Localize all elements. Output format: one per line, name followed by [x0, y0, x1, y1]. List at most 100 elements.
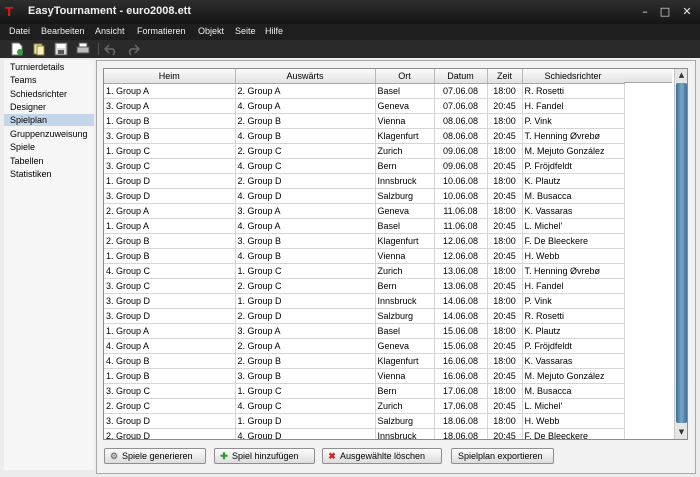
cell-auswaerts[interactable]: 4. Group A [235, 98, 376, 114]
cell-datum[interactable]: 14.06.08 [434, 293, 488, 309]
cell-zeit[interactable]: 18:00 [487, 233, 523, 249]
cell-datum[interactable]: 12.06.08 [434, 233, 488, 249]
cell-zeit[interactable]: 20:45 [487, 428, 523, 439]
cell-heim[interactable]: 4. Group A [104, 338, 236, 354]
cell-schiedsrichter[interactable]: L. Michel' [522, 218, 625, 234]
cell-datum[interactable]: 11.06.08 [434, 218, 488, 234]
cell-datum[interactable]: 10.06.08 [434, 173, 488, 189]
cell-zeit[interactable]: 18:00 [487, 293, 523, 309]
cell-auswaerts[interactable]: 4. Group C [235, 398, 376, 414]
cell-datum[interactable]: 09.06.08 [434, 143, 488, 159]
table-row[interactable]: 3. Group C 1. Group C Bern 17.06.08 18:00 M. … [104, 383, 625, 399]
sidebar-item-schiedsrichter[interactable]: Schiedsrichter [4, 88, 94, 100]
table-row[interactable]: 3. Group D 4. Group D Salzburg 10.06.08 20:4… [104, 188, 625, 204]
cell-ort[interactable]: Basel [375, 83, 435, 99]
cell-schiedsrichter[interactable]: P. Vink [522, 293, 625, 309]
cell-zeit[interactable]: 18:00 [487, 263, 523, 279]
cell-auswaerts[interactable]: 2. Group B [235, 113, 376, 129]
table-row[interactable]: 4. Group C 1. Group C Zurich 13.06.08 18:00 T… [104, 263, 625, 279]
cell-auswaerts[interactable]: 1. Group C [235, 383, 376, 399]
cell-zeit[interactable]: 18:00 [487, 83, 523, 99]
cell-auswaerts[interactable]: 4. Group D [235, 188, 376, 204]
cell-datum[interactable]: 17.06.08 [434, 383, 488, 399]
menu-ansicht[interactable]: Ansicht [95, 26, 125, 36]
cell-auswaerts[interactable]: 3. Group A [235, 203, 376, 219]
cell-ort[interactable]: Innsbruck [375, 293, 435, 309]
cell-datum[interactable]: 08.06.08 [434, 128, 488, 144]
sidebar-item-gruppenzuweisung[interactable]: Gruppenzuweisung [4, 128, 94, 140]
sidebar-item-tabellen[interactable]: Tabellen [4, 155, 94, 167]
cell-ort[interactable]: Vienna [375, 368, 435, 384]
table-row[interactable]: 3. Group A 4. Group A Geneva 07.06.08 20:45 H… [104, 98, 625, 114]
cell-auswaerts[interactable]: 1. Group C [235, 263, 376, 279]
cell-datum[interactable]: 16.06.08 [434, 368, 488, 384]
table-row[interactable]: 1. Group A 2. Group A Basel 07.06.08 18:00 R.… [104, 83, 625, 99]
cell-schiedsrichter[interactable]: K. Vassaras [522, 353, 625, 369]
cell-auswaerts[interactable]: 3. Group B [235, 368, 376, 384]
sidebar-item-designer[interactable]: Designer [4, 101, 94, 113]
cell-ort[interactable]: Geneva [375, 203, 435, 219]
cell-schiedsrichter[interactable]: M. Busacca [522, 188, 625, 204]
cell-schiedsrichter[interactable]: R. Rosetti [522, 308, 625, 324]
cell-auswaerts[interactable]: 2. Group A [235, 338, 376, 354]
table-row[interactable]: 1. Group C 2. Group C Zurich 09.06.08 18:00 M… [104, 143, 625, 159]
cell-datum[interactable]: 10.06.08 [434, 188, 488, 204]
cell-datum[interactable]: 14.06.08 [434, 308, 488, 324]
cell-auswaerts[interactable]: 4. Group C [235, 158, 376, 174]
cell-schiedsrichter[interactable]: P. Vink [522, 113, 625, 129]
cell-ort[interactable]: Salzburg [375, 413, 435, 429]
cell-schiedsrichter[interactable]: P. Fröjdfeldt [522, 338, 625, 354]
cell-zeit[interactable]: 18:00 [487, 323, 523, 339]
cell-datum[interactable]: 17.06.08 [434, 398, 488, 414]
cell-auswaerts[interactable]: 2. Group C [235, 278, 376, 294]
cell-zeit[interactable]: 18:00 [487, 113, 523, 129]
cell-zeit[interactable]: 20:45 [487, 218, 523, 234]
cell-heim[interactable]: 3. Group C [104, 158, 236, 174]
cell-heim[interactable]: 3. Group C [104, 383, 236, 399]
column-header-auswaerts[interactable]: Auswärts [235, 69, 376, 84]
cell-heim[interactable]: 3. Group D [104, 293, 236, 309]
table-row[interactable]: 4. Group B 2. Group B Klagenfurt 16.06.08 18… [104, 353, 625, 369]
cell-auswaerts[interactable]: 1. Group D [235, 413, 376, 429]
cell-datum[interactable]: 12.06.08 [434, 248, 488, 264]
cell-datum[interactable]: 15.06.08 [434, 338, 488, 354]
cell-ort[interactable]: Salzburg [375, 308, 435, 324]
minimize-button[interactable]: – [636, 4, 654, 20]
open-icon[interactable] [32, 42, 46, 56]
cell-ort[interactable]: Geneva [375, 98, 435, 114]
cell-heim[interactable]: 2. Group A [104, 203, 236, 219]
menu-hilfe[interactable]: Hilfe [265, 26, 283, 36]
cell-schiedsrichter[interactable]: H. Fandel [522, 98, 625, 114]
cell-auswaerts[interactable]: 4. Group D [235, 428, 376, 439]
cell-zeit[interactable]: 18:00 [487, 203, 523, 219]
cell-auswaerts[interactable]: 2. Group A [235, 83, 376, 99]
cell-auswaerts[interactable]: 2. Group B [235, 353, 376, 369]
cell-heim[interactable]: 2. Group C [104, 398, 236, 414]
column-header-schiedsrichter[interactable]: Schiedsrichter [522, 69, 625, 84]
cell-zeit[interactable]: 18:00 [487, 353, 523, 369]
cell-zeit[interactable]: 20:45 [487, 368, 523, 384]
cell-auswaerts[interactable]: 4. Group A [235, 218, 376, 234]
cell-datum[interactable]: 09.06.08 [434, 158, 488, 174]
cell-zeit[interactable]: 20:45 [487, 98, 523, 114]
cell-heim[interactable]: 1. Group A [104, 83, 236, 99]
cell-schiedsrichter[interactable]: H. Webb [522, 413, 625, 429]
table-row[interactable]: 3. Group D 2. Group D Salzburg 14.06.08 20:4… [104, 308, 625, 324]
cell-auswaerts[interactable]: 2. Group D [235, 308, 376, 324]
sidebar-item-spiele[interactable]: Spiele [4, 141, 94, 153]
cell-auswaerts[interactable]: 3. Group A [235, 323, 376, 339]
cell-datum[interactable]: 07.06.08 [434, 83, 488, 99]
cell-schiedsrichter[interactable]: M. Busacca [522, 383, 625, 399]
cell-heim[interactable]: 1. Group D [104, 173, 236, 189]
cell-datum[interactable]: 08.06.08 [434, 113, 488, 129]
cell-ort[interactable]: Klagenfurt [375, 353, 435, 369]
cell-datum[interactable]: 18.06.08 [434, 413, 488, 429]
cell-ort[interactable]: Zurich [375, 143, 435, 159]
close-button[interactable]: ✕ [678, 4, 696, 20]
cell-heim[interactable]: 1. Group B [104, 368, 236, 384]
cell-zeit[interactable]: 18:00 [487, 383, 523, 399]
sidebar-item-teams[interactable]: Teams [4, 74, 94, 86]
menu-datei[interactable]: Datei [9, 26, 30, 36]
cell-ort[interactable]: Basel [375, 323, 435, 339]
cell-ort[interactable]: Klagenfurt [375, 233, 435, 249]
